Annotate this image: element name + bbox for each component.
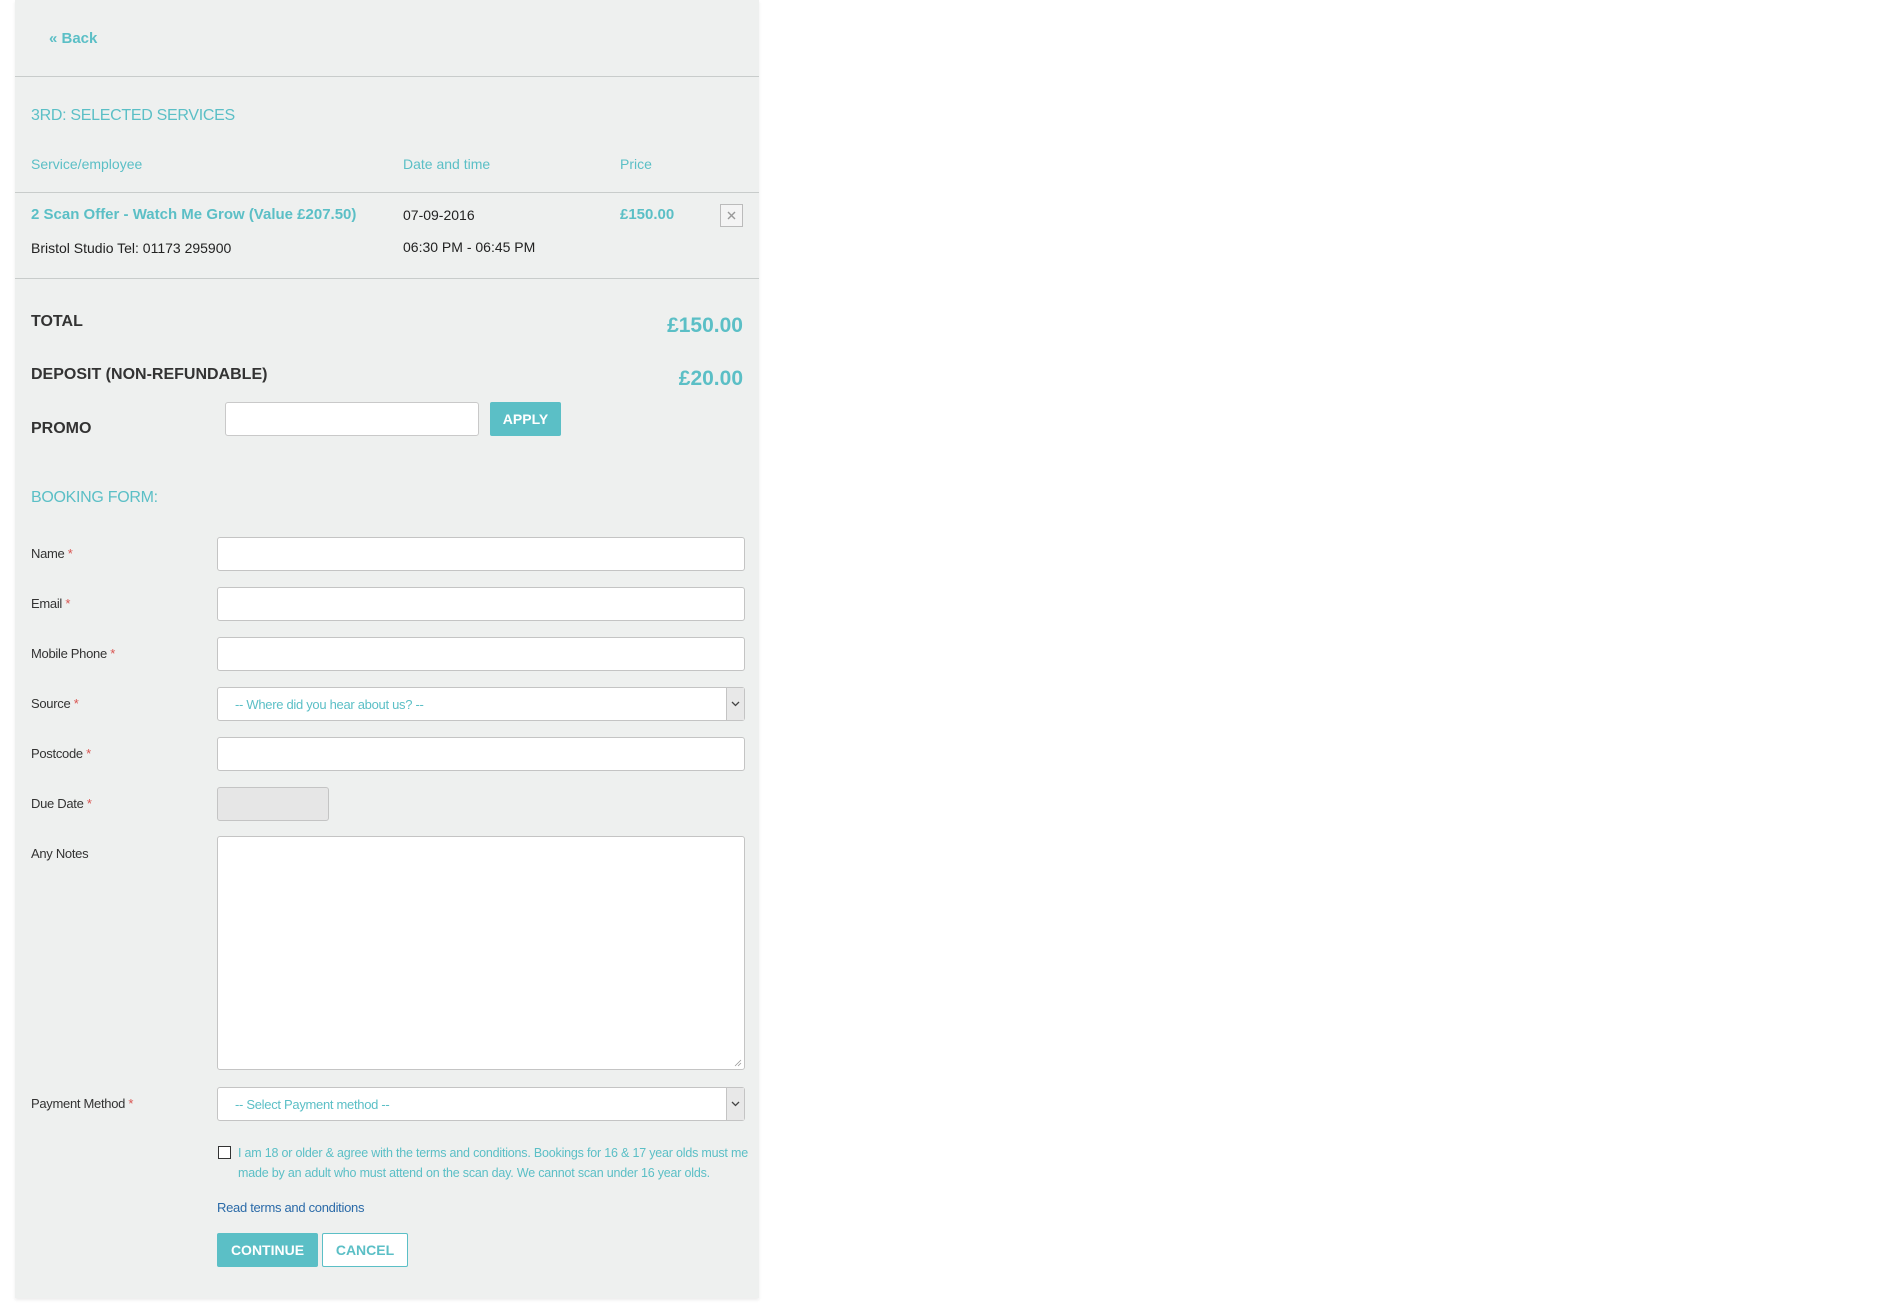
- phone-label: Mobile Phone *: [31, 646, 115, 661]
- booking-panel: « Back 3RD: SELECTED SERVICES Service/em…: [15, 0, 759, 1298]
- resize-grip-icon[interactable]: [734, 1059, 742, 1067]
- postcode-label-text: Postcode: [31, 746, 83, 761]
- total-label: TOTAL: [31, 313, 83, 330]
- chevron-down-icon[interactable]: [726, 688, 744, 720]
- continue-button[interactable]: CONTINUE: [217, 1233, 318, 1267]
- postcode-label: Postcode *: [31, 746, 91, 761]
- email-label: Email *: [31, 596, 70, 611]
- column-header-service: Service/employee: [31, 156, 143, 172]
- booking-form-title: BOOKING FORM:: [31, 489, 158, 506]
- email-field[interactable]: [217, 587, 745, 621]
- required-marker: *: [86, 796, 92, 811]
- service-time: 06:30 PM - 06:45 PM: [403, 239, 536, 255]
- cancel-button[interactable]: CANCEL: [322, 1233, 408, 1267]
- service-date: 07-09-2016: [403, 207, 475, 223]
- email-label-text: Email: [31, 596, 63, 611]
- notes-label: Any Notes: [31, 846, 89, 861]
- apply-promo-button[interactable]: APPLY: [490, 402, 561, 436]
- agree-terms-checkbox[interactable]: [218, 1146, 231, 1159]
- chevron-down-icon[interactable]: [726, 1088, 744, 1120]
- remove-service-button[interactable]: [720, 204, 743, 227]
- required-marker: *: [65, 596, 71, 611]
- promo-label: PROMO: [31, 420, 92, 437]
- source-label-text: Source: [31, 696, 71, 711]
- name-label: Name *: [31, 546, 73, 561]
- name-field[interactable]: [217, 537, 745, 571]
- source-label: Source *: [31, 696, 79, 711]
- deposit-label: DEPOSIT (NON-REFUNDABLE): [31, 366, 268, 383]
- phone-label-text: Mobile Phone: [31, 646, 107, 661]
- required-marker: *: [128, 1096, 134, 1111]
- selected-services-title: 3RD: SELECTED SERVICES: [31, 107, 235, 124]
- notes-textarea[interactable]: [217, 836, 745, 1070]
- service-name: 2 Scan Offer - Watch Me Grow (Value £207…: [31, 206, 357, 223]
- source-selected-value: -- Where did you hear about us? --: [235, 697, 424, 712]
- column-header-price: Price: [620, 156, 652, 172]
- header-divider: [15, 76, 759, 77]
- total-value: £150.00: [667, 314, 743, 337]
- source-select[interactable]: -- Where did you hear about us? --: [217, 687, 745, 721]
- payment-method-label-text: Payment Method: [31, 1096, 126, 1111]
- due-date-label-text: Due Date: [31, 796, 84, 811]
- required-marker: *: [86, 746, 91, 761]
- required-marker: *: [67, 546, 73, 561]
- mobile-phone-field[interactable]: [217, 637, 745, 671]
- payment-method-select[interactable]: -- Select Payment method --: [217, 1087, 745, 1121]
- column-header-date: Date and time: [403, 156, 491, 172]
- required-marker: *: [110, 646, 115, 661]
- table-header-divider: [15, 192, 759, 193]
- name-label-text: Name: [31, 546, 65, 561]
- payment-method-label: Payment Method *: [31, 1096, 133, 1111]
- deposit-value: £20.00: [678, 367, 743, 390]
- service-price: £150.00: [620, 206, 675, 223]
- promo-input[interactable]: [225, 402, 479, 436]
- postcode-field[interactable]: [217, 737, 745, 771]
- service-location: Bristol Studio Tel: 01173 295900: [31, 240, 232, 256]
- required-marker: *: [73, 696, 79, 711]
- close-icon: [727, 211, 736, 220]
- payment-selected-value: -- Select Payment method --: [235, 1097, 390, 1112]
- due-date-field[interactable]: [217, 787, 329, 821]
- back-link[interactable]: « Back: [49, 30, 97, 47]
- agree-terms-text: I am 18 or older & agree with the terms …: [238, 1146, 748, 1180]
- table-footer-divider: [15, 278, 759, 279]
- due-date-label: Due Date *: [31, 796, 92, 811]
- read-terms-link[interactable]: Read terms and conditions: [217, 1200, 364, 1215]
